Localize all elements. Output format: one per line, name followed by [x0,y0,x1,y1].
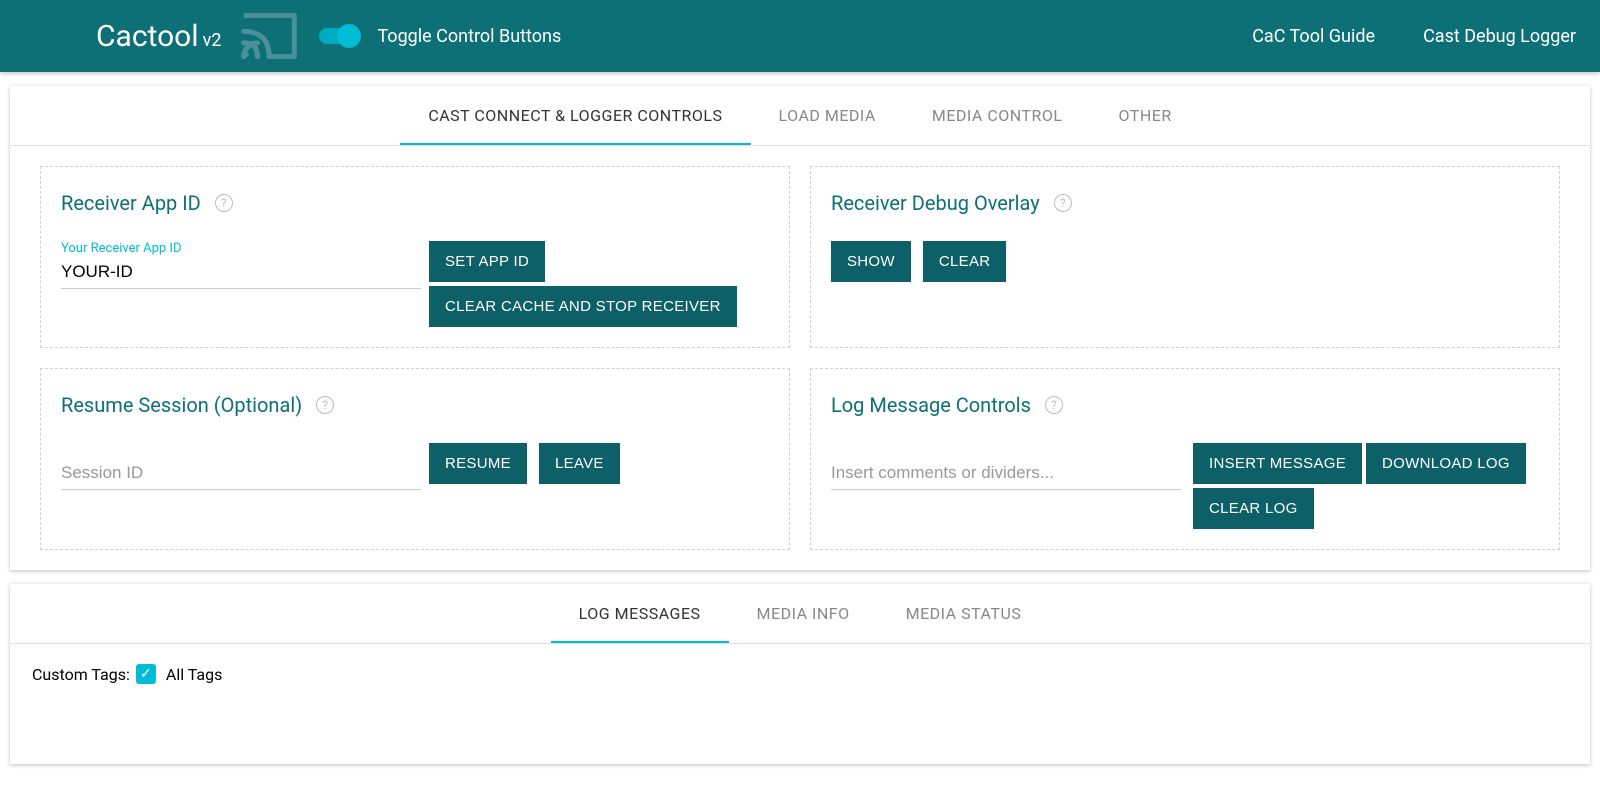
top-tabs: CAST CONNECT & LOGGER CONTROLS LOAD MEDI… [10,86,1590,146]
link-cast-debug-logger[interactable]: Cast Debug Logger [1423,26,1576,47]
logo-main: Cactool [96,19,199,54]
resume-button[interactable]: RESUME [429,443,527,484]
app-header: Cactool v2 Toggle Control Buttons CaC To… [0,0,1600,72]
tab-cast-connect-logger[interactable]: CAST CONNECT & LOGGER CONTROLS [400,86,750,145]
help-icon[interactable]: ? [316,396,334,414]
logs-panel: LOG MESSAGES MEDIA INFO MEDIA STATUS Cus… [10,584,1590,764]
logo-sub: v2 [203,30,222,51]
insert-message-button[interactable]: INSERT MESSAGE [1193,443,1362,484]
clear-cache-stop-button[interactable]: CLEAR CACHE AND STOP RECEIVER [429,286,737,327]
log-card-title-text: Log Message Controls [831,393,1031,417]
receiver-card-title-text: Receiver App ID [61,191,201,215]
session-id-input[interactable] [61,461,421,490]
leave-button[interactable]: LEAVE [539,443,620,484]
tab-media-info[interactable]: MEDIA INFO [729,584,878,643]
session-card-title: Resume Session (Optional) ? [61,393,769,417]
session-card-title-text: Resume Session (Optional) [61,393,302,417]
tab-media-status[interactable]: MEDIA STATUS [878,584,1050,643]
receiver-input-label: Your Receiver App ID [61,241,421,256]
overlay-card-title: Receiver Debug Overlay ? [831,191,1539,215]
cast-icon[interactable] [239,12,299,60]
clear-overlay-button[interactable]: CLEAR [923,241,1007,282]
link-cac-tool-guide[interactable]: CaC Tool Guide [1252,26,1375,47]
app-logo: Cactool v2 [96,19,221,54]
show-overlay-button[interactable]: SHOW [831,241,911,282]
tab-other[interactable]: OTHER [1090,86,1199,145]
custom-tags-label: Custom Tags: [32,665,130,684]
receiver-card-title: Receiver App ID ? [61,191,769,215]
clear-log-button[interactable]: CLEAR LOG [1193,488,1314,529]
tab-load-media[interactable]: LOAD MEDIA [751,86,904,145]
receiver-app-id-card: Receiver App ID ? Your Receiver App ID S… [40,166,790,348]
receiver-debug-overlay-card: Receiver Debug Overlay ? SHOW CLEAR [810,166,1560,348]
overlay-card-title-text: Receiver Debug Overlay [831,191,1040,215]
log-message-input[interactable] [831,461,1181,490]
download-log-button[interactable]: DOWNLOAD LOG [1366,443,1526,484]
help-icon[interactable]: ? [1054,194,1072,212]
controls-panel: CAST CONNECT & LOGGER CONTROLS LOAD MEDI… [10,86,1590,570]
toggle-control-buttons[interactable]: Toggle Control Buttons [319,26,561,47]
set-app-id-button[interactable]: SET APP ID [429,241,545,282]
toggle-label: Toggle Control Buttons [377,26,561,47]
resume-session-card: Resume Session (Optional) ? RESUME LEAVE [40,368,790,550]
custom-tags-row: Custom Tags: ✓ All Tags [10,644,1590,704]
toggle-knob [337,24,361,48]
tab-media-control[interactable]: MEDIA CONTROL [904,86,1091,145]
toggle-switch[interactable] [319,28,355,44]
receiver-app-id-input[interactable] [61,260,421,289]
help-icon[interactable]: ? [215,194,233,212]
bottom-tabs: LOG MESSAGES MEDIA INFO MEDIA STATUS [10,584,1590,644]
tab-log-messages[interactable]: LOG MESSAGES [551,584,729,643]
all-tags-checkbox[interactable]: ✓ [136,664,156,684]
log-message-controls-card: Log Message Controls ? INSERT MESSAGE DO… [810,368,1560,550]
help-icon[interactable]: ? [1045,396,1063,414]
log-card-title: Log Message Controls ? [831,393,1539,417]
all-tags-label: All Tags [166,665,222,684]
